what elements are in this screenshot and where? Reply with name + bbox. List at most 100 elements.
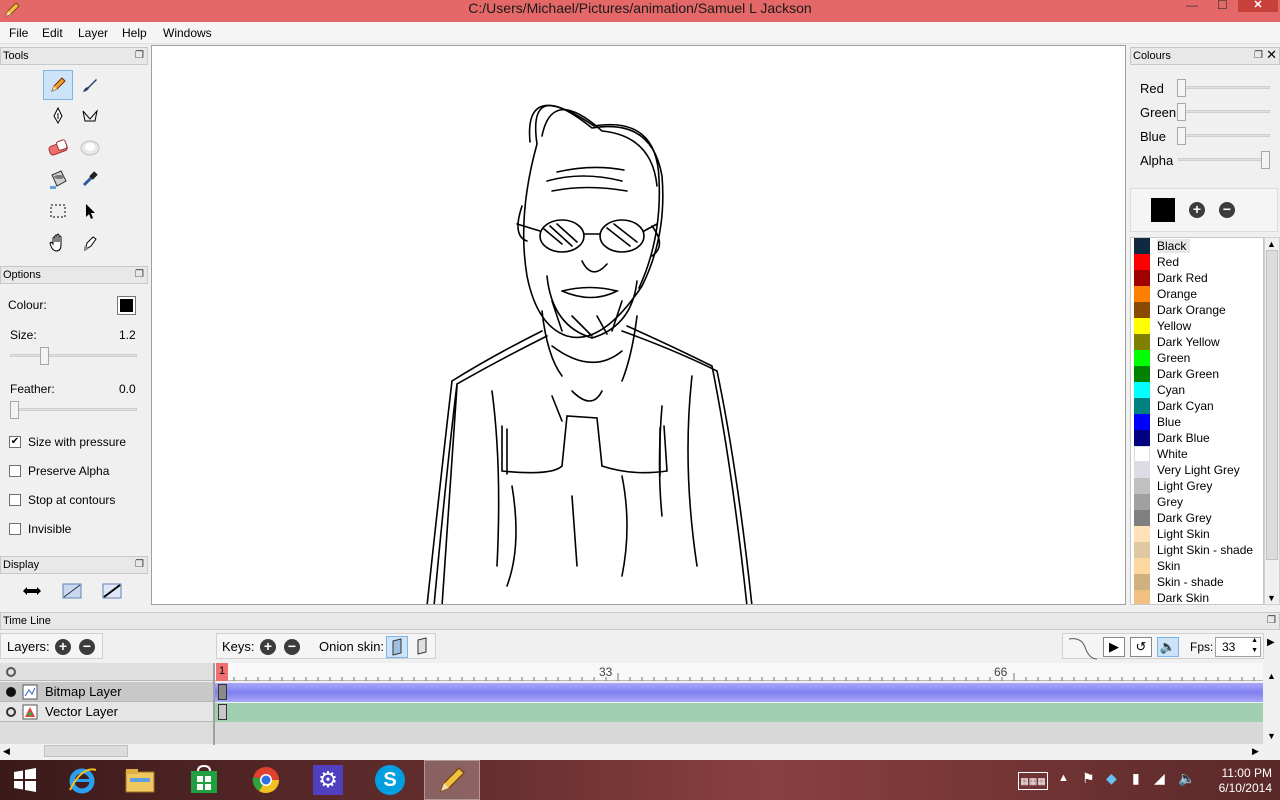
palette-item[interactable]: Orange [1131, 286, 1263, 302]
alpha-slider-track[interactable] [1178, 158, 1270, 161]
palette-item[interactable]: Dark Green [1131, 366, 1263, 382]
scroll-thumb[interactable] [1266, 250, 1278, 560]
palette-item[interactable]: Yellow [1131, 318, 1263, 334]
taskbar-store[interactable] [176, 760, 232, 800]
palette-item[interactable]: Dark Blue [1131, 430, 1263, 446]
green-slider-track[interactable] [1178, 110, 1270, 113]
brush-tool[interactable] [75, 70, 105, 100]
colours-close-icon[interactable]: ✕ [1266, 47, 1277, 63]
palette-item[interactable]: Grey [1131, 494, 1263, 510]
palette-item[interactable]: Light Grey [1131, 478, 1263, 494]
layer-row-vector[interactable]: Vector Layer [0, 702, 213, 722]
red-slider-track[interactable] [1178, 86, 1270, 89]
palette-item[interactable]: Skin - shade [1131, 574, 1263, 590]
palette-item[interactable]: Black [1131, 238, 1263, 254]
menu-layer[interactable]: Layer [78, 26, 108, 40]
onion-next-button[interactable] [412, 636, 434, 658]
alpha-slider-thumb[interactable] [1261, 151, 1270, 169]
frames-scroll-right-icon[interactable]: ▶ [1252, 746, 1259, 757]
palette-item[interactable]: Dark Orange [1131, 302, 1263, 318]
tools-float-icon[interactable]: ❐ [135, 48, 144, 64]
keyboard-icon[interactable]: ▦▦▦ [1018, 772, 1048, 790]
scroll-down-icon[interactable]: ▼ [1267, 593, 1276, 603]
feather-slider-track[interactable] [10, 408, 137, 411]
menu-file[interactable]: File [9, 26, 28, 40]
thin-lines-button[interactable] [61, 582, 83, 600]
palette-item[interactable]: Dark Red [1131, 270, 1263, 286]
add-colour-button[interactable]: + [1189, 202, 1205, 218]
palette-item[interactable]: Dark Cyan [1131, 398, 1263, 414]
taskbar-file-explorer[interactable] [112, 760, 168, 800]
eyedropper-tool[interactable] [75, 164, 105, 194]
display-float-icon[interactable]: ❐ [135, 557, 144, 573]
current-frame-marker[interactable]: 1 [216, 663, 228, 681]
bitmap-keyframe[interactable] [218, 684, 227, 700]
preserve-alpha-checkbox[interactable] [9, 465, 21, 477]
bitmap-layer-visibility-icon[interactable] [6, 687, 16, 697]
menu-windows[interactable]: Windows [163, 26, 212, 40]
hand-tool[interactable] [43, 228, 73, 258]
fps-spinbox[interactable]: 33 ▲ ▼ [1215, 637, 1261, 657]
scroll-up-icon[interactable]: ▲ [1267, 239, 1276, 249]
select-tool[interactable] [43, 196, 73, 226]
size-slider-thumb[interactable] [40, 347, 49, 365]
bucket-tool[interactable] [43, 164, 73, 194]
frames-scroll-up-icon[interactable]: ▲ [1267, 671, 1276, 681]
menu-help[interactable]: Help [122, 26, 147, 40]
taskbar-skype[interactable]: S [362, 760, 418, 800]
vector-keyframe[interactable] [218, 704, 227, 720]
eraser-tool[interactable] [43, 133, 73, 163]
size-slider-track[interactable] [10, 354, 137, 357]
action-center-flag-icon[interactable]: ⚑ [1082, 770, 1095, 787]
add-layer-button[interactable]: + [55, 639, 71, 655]
current-colour-swatch[interactable] [1151, 198, 1175, 222]
timeline-float-icon[interactable]: ❐ [1267, 613, 1276, 629]
colours-float-icon[interactable]: ❐ [1254, 48, 1263, 64]
show-all-layers-icon[interactable] [6, 667, 16, 677]
blue-slider-thumb[interactable] [1177, 127, 1186, 145]
size-pressure-checkbox[interactable]: ✔ [9, 436, 21, 448]
invisible-checkbox[interactable] [9, 523, 21, 535]
polyline-tool[interactable] [75, 101, 105, 131]
vector-layer-track[interactable] [215, 703, 1263, 722]
options-float-icon[interactable]: ❐ [135, 267, 144, 283]
dropbox-icon[interactable]: ◆ [1106, 770, 1117, 787]
onion-prev-button[interactable] [386, 636, 408, 658]
green-slider-thumb[interactable] [1177, 103, 1186, 121]
layer-row-bitmap[interactable]: Bitmap Layer [0, 682, 213, 702]
flip-horizontal-button[interactable] [21, 582, 43, 600]
outlines-button[interactable] [101, 582, 123, 600]
taskbar-settings[interactable]: ⚙ [300, 760, 356, 800]
palette-item[interactable]: Dark Yellow [1131, 334, 1263, 350]
maximize-button[interactable]: ☐ [1210, 0, 1235, 12]
smudge-hand-tool[interactable] [75, 228, 105, 258]
remove-layer-button[interactable]: − [79, 639, 95, 655]
start-button[interactable] [0, 760, 50, 800]
pen-tool[interactable] [43, 101, 73, 131]
frames-scroll-down-icon[interactable]: ▼ [1267, 731, 1276, 741]
remove-key-button[interactable]: − [284, 639, 300, 655]
tray-expand-icon[interactable]: ▲ [1058, 772, 1069, 784]
bitmap-layer-track[interactable] [215, 683, 1263, 702]
feather-slider-thumb[interactable] [10, 401, 19, 419]
fps-up-icon[interactable]: ▲ [1251, 637, 1258, 644]
battery-icon[interactable]: ▮ [1132, 770, 1140, 787]
frame-ruler[interactable]: 1 33 66 [215, 663, 1263, 681]
loop-button[interactable]: ↺ [1130, 637, 1152, 657]
system-clock[interactable]: 11:00 PM 6/10/2014 [1192, 766, 1272, 796]
palette-scrollbar[interactable]: ▲ ▼ [1264, 237, 1280, 605]
play-button[interactable]: ▶ [1103, 637, 1125, 657]
move-tool[interactable] [75, 196, 105, 226]
timeline-scroll-right-icon[interactable]: ▶ [1267, 637, 1275, 648]
add-key-button[interactable]: + [260, 639, 276, 655]
palette-item[interactable]: Light Skin - shade [1131, 542, 1263, 558]
remove-colour-button[interactable]: − [1219, 202, 1235, 218]
pencil-tool[interactable] [43, 70, 73, 100]
palette-item[interactable]: Skin [1131, 558, 1263, 574]
vector-layer-visibility-icon[interactable] [6, 707, 16, 717]
sound-button[interactable]: 🔈 [1157, 637, 1179, 657]
drawing-canvas[interactable] [151, 45, 1126, 605]
palette-item[interactable]: Green [1131, 350, 1263, 366]
timeline-splitter[interactable] [213, 663, 215, 745]
palette-item[interactable]: Light Skin [1131, 526, 1263, 542]
